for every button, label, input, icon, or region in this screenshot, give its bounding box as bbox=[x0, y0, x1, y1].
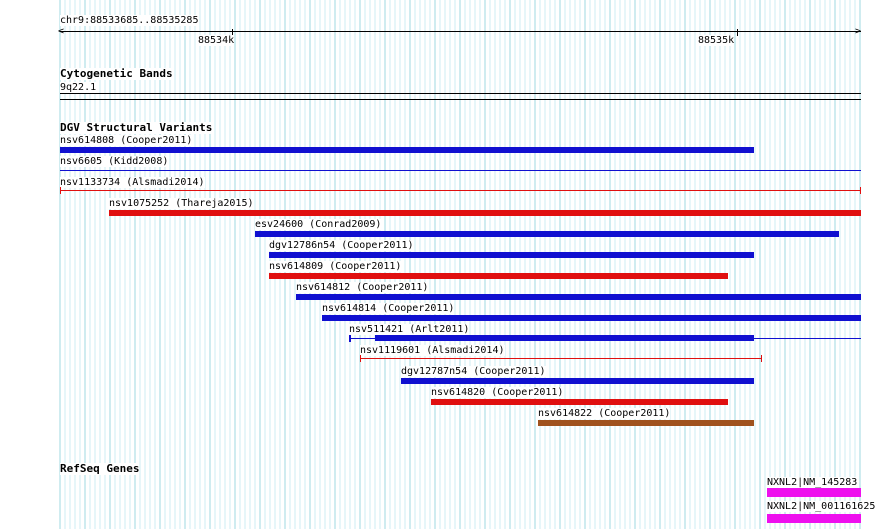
dgv-feature-endcap bbox=[860, 187, 861, 194]
ruler-right-arrow-icon[interactable]: > bbox=[855, 26, 861, 37]
dgv-feature-bar[interactable] bbox=[255, 231, 839, 237]
ruler-axis bbox=[60, 31, 861, 32]
ruler-tick-label-1: 88534k bbox=[198, 35, 235, 46]
dgv-feature-bar[interactable] bbox=[296, 294, 861, 300]
cytoband-label: 9q22.1 bbox=[60, 82, 97, 93]
dgv-feature-label[interactable]: nsv614814 (Cooper2011) bbox=[322, 303, 455, 314]
dgv-feature-bar[interactable] bbox=[60, 190, 861, 191]
dgv-feature-label[interactable]: nsv1075252 (Thareja2015) bbox=[109, 198, 254, 209]
cytoband-track-title[interactable]: Cytogenetic Bands bbox=[60, 68, 173, 80]
ruler-tick-2 bbox=[737, 29, 738, 36]
refseq-gene-bar-1[interactable] bbox=[767, 488, 861, 497]
refseq-gene-label-2[interactable]: NXNL2|NM_001161625 bbox=[767, 501, 876, 512]
dgv-feature-bar[interactable] bbox=[60, 170, 861, 171]
dgv-feature-label[interactable]: esv24600 (Conrad2009) bbox=[255, 219, 382, 230]
dgv-feature-bar[interactable] bbox=[109, 210, 861, 216]
dgv-feature-label[interactable]: nsv6605 (Kidd2008) bbox=[60, 156, 169, 167]
dgv-feature-bar[interactable] bbox=[401, 378, 754, 384]
cytoband-line-bottom bbox=[60, 99, 861, 100]
dgv-feature-label[interactable]: nsv614812 (Cooper2011) bbox=[296, 282, 429, 293]
dgv-feature-label[interactable]: nsv614822 (Cooper2011) bbox=[538, 408, 671, 419]
ruler-range-label: chr9:88533685..88535285 bbox=[60, 15, 199, 26]
dgv-feature-label[interactable]: dgv12786n54 (Cooper2011) bbox=[269, 240, 414, 251]
dgv-track-title[interactable]: DGV Structural Variants bbox=[60, 122, 213, 134]
dgv-feature-bar[interactable] bbox=[360, 358, 762, 359]
dgv-feature-bar[interactable] bbox=[431, 399, 728, 405]
dgv-feature-label[interactable]: nsv1119601 (Alsmadi2014) bbox=[360, 345, 505, 356]
dgv-feature-label[interactable]: dgv12787n54 (Cooper2011) bbox=[401, 366, 546, 377]
dgv-feature-bar[interactable] bbox=[60, 147, 754, 153]
dgv-feature-start-marker bbox=[349, 335, 351, 342]
dgv-feature-thick-segment[interactable] bbox=[375, 335, 754, 341]
dgv-feature-bar[interactable] bbox=[269, 273, 728, 279]
dgv-feature-bar[interactable] bbox=[538, 420, 754, 426]
dgv-feature-label[interactable]: nsv614820 (Cooper2011) bbox=[431, 387, 564, 398]
dgv-feature-endcap bbox=[360, 355, 361, 362]
dgv-feature-label[interactable]: nsv511421 (Arlt2011) bbox=[349, 324, 470, 335]
ruler-tick-label-2: 88535k bbox=[698, 35, 735, 46]
dgv-feature-bar[interactable] bbox=[322, 315, 861, 321]
dgv-feature-label[interactable]: nsv614809 (Cooper2011) bbox=[269, 261, 402, 272]
refseq-gene-label-1[interactable]: NXNL2|NM_145283 bbox=[767, 477, 858, 488]
cytoband-line-top[interactable] bbox=[60, 93, 861, 94]
ruler-left-arrow-icon[interactable]: < bbox=[58, 26, 64, 37]
refseq-gene-bar-2[interactable] bbox=[767, 514, 861, 523]
dgv-feature-bar[interactable] bbox=[269, 252, 754, 258]
dgv-feature-label[interactable]: nsv614808 (Cooper2011) bbox=[60, 135, 193, 146]
dgv-feature-label[interactable]: nsv1133734 (Alsmadi2014) bbox=[60, 177, 205, 188]
dgv-feature-endcap bbox=[761, 355, 762, 362]
refseq-track-title[interactable]: RefSeq Genes bbox=[60, 463, 140, 475]
dgv-feature-endcap bbox=[60, 187, 61, 194]
